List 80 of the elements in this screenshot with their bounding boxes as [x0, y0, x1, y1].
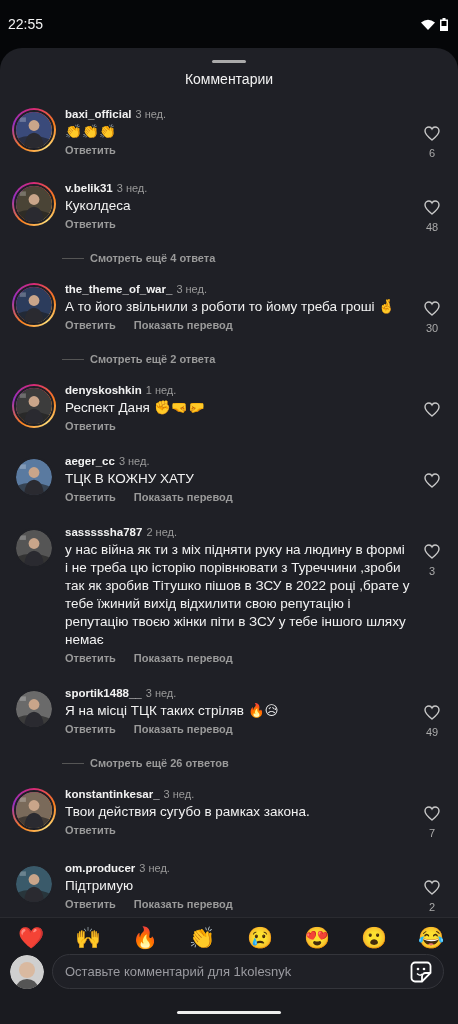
- view-replies-link[interactable]: Смотреть ещё 4 ответа: [90, 252, 216, 264]
- username[interactable]: the_theme_of_war_: [65, 283, 173, 295]
- comment-text: Я на місці ТЦК таких стріляв 🔥😥: [65, 702, 280, 720]
- comment-text: Респект Даня ✊🤜🤛: [65, 399, 206, 417]
- username[interactable]: om.producer: [65, 862, 136, 874]
- emoji-reaction[interactable]: 😮: [360, 926, 387, 950]
- reply-button[interactable]: Ответить: [65, 420, 116, 432]
- username[interactable]: konstantinkesar_: [65, 788, 160, 800]
- comment-text: Твои действия сугубо в рамках закона.: [65, 803, 311, 821]
- comment-age: 3 нед.: [135, 108, 167, 120]
- translate-button[interactable]: Показать перевод: [133, 723, 233, 735]
- comment-text: у нас війна як ти з міх підняти руку на людину в формі і не треба цю історію порівнювати з Туреччини ,зроби так як зробив Тітушко пішов в ЗСУ в 2022 році ,брате у тебе їжиний вихід відхилити свою репутацію і репутацію твоєю жінки піти в ЗСУ у тебе іншого шляху немає: [65, 541, 411, 649]
- translate-button[interactable]: Показать перевод: [133, 491, 233, 503]
- reply-button[interactable]: Ответить: [65, 218, 116, 230]
- emoji-reaction[interactable]: 😂: [418, 926, 444, 950]
- like-count: 49: [425, 726, 439, 738]
- sheet-title: Комментарии: [183, 71, 275, 89]
- comment-age: 3 нед.: [118, 455, 150, 467]
- username[interactable]: v.belik31: [65, 182, 113, 194]
- reply-button[interactable]: Ответить: [65, 491, 116, 503]
- comment-text: 👏👏👏: [65, 123, 117, 141]
- sticker-icon[interactable]: [410, 961, 432, 983]
- heart-icon[interactable]: [424, 806, 440, 821]
- username[interactable]: sportik1488__: [65, 687, 142, 699]
- heart-icon[interactable]: [424, 880, 440, 895]
- reply-button[interactable]: Ответить: [65, 898, 116, 910]
- comment-age: 2 нед.: [146, 526, 177, 538]
- comment-age: 3 нед.: [116, 182, 148, 194]
- comment-age: 3 нед.: [145, 687, 177, 699]
- story-ring[interactable]: [12, 283, 56, 327]
- heart-icon[interactable]: [424, 705, 440, 720]
- username[interactable]: denyskoshkin: [65, 384, 142, 396]
- comment-text: ТЦК В КОЖНУ ХАТУ: [65, 470, 195, 488]
- view-replies-link[interactable]: Смотреть ещё 26 ответов: [90, 757, 229, 769]
- view-replies-link[interactable]: Смотреть ещё 2 ответа: [90, 353, 216, 365]
- translate-button[interactable]: Показать перевод: [133, 319, 233, 331]
- translate-button[interactable]: Показать перевод: [133, 652, 233, 664]
- heart-icon[interactable]: [424, 301, 440, 316]
- story-ring[interactable]: [12, 182, 56, 226]
- like-count: 2: [428, 901, 436, 913]
- translate-button[interactable]: Показать перевод: [133, 898, 233, 910]
- reply-button[interactable]: Ответить: [65, 723, 116, 735]
- drag-handle[interactable]: [212, 60, 246, 63]
- heart-icon[interactable]: [424, 473, 440, 488]
- story-ring[interactable]: [12, 788, 56, 832]
- emoji-reaction[interactable]: 😢: [246, 926, 273, 950]
- battery-icon: [440, 17, 448, 31]
- comment-text: А то його звільнили з роботи то йому треба гроші 🤞: [65, 298, 397, 316]
- reply-button[interactable]: Ответить: [65, 144, 116, 156]
- heart-icon[interactable]: [424, 402, 440, 417]
- comment-text: Куколдеса: [65, 197, 132, 215]
- like-count: 30: [425, 322, 439, 334]
- heart-icon[interactable]: [424, 126, 440, 141]
- heart-icon[interactable]: [424, 200, 440, 215]
- emoji-reaction[interactable]: ❤: [18, 926, 44, 950]
- comment-age: 1 нед.: [145, 384, 177, 396]
- username[interactable]: sasssssha787: [65, 526, 143, 538]
- wifi-icon: [421, 18, 435, 30]
- reply-button[interactable]: Ответить: [65, 824, 116, 836]
- like-count: 6: [428, 147, 436, 159]
- username[interactable]: baxi_official: [65, 108, 132, 120]
- username[interactable]: aeger_cc: [65, 455, 115, 467]
- like-count: 48: [425, 221, 439, 233]
- comment-input[interactable]: Оставьте комментарий для 1kolesnyk: [52, 954, 444, 989]
- emoji-reaction[interactable]: 👏: [189, 926, 216, 950]
- reply-button[interactable]: Ответить: [65, 652, 116, 664]
- emoji-reaction[interactable]: 🔥: [132, 926, 159, 950]
- like-count: 7: [428, 827, 436, 839]
- emoji-reaction[interactable]: 😍: [303, 926, 330, 950]
- comment-age: 3 нед.: [163, 788, 195, 800]
- like-count: 3: [428, 565, 436, 577]
- status-time: 22:55: [8, 16, 44, 32]
- comment-text: Підтримую: [65, 877, 135, 895]
- comment-age: 3 нед.: [139, 862, 170, 874]
- heart-icon[interactable]: [424, 544, 440, 559]
- story-ring[interactable]: [12, 108, 56, 152]
- emoji-reaction[interactable]: 🙌: [75, 926, 102, 950]
- story-ring[interactable]: [12, 384, 56, 428]
- reply-button[interactable]: Ответить: [65, 319, 116, 331]
- comment-age: 3 нед.: [176, 283, 207, 295]
